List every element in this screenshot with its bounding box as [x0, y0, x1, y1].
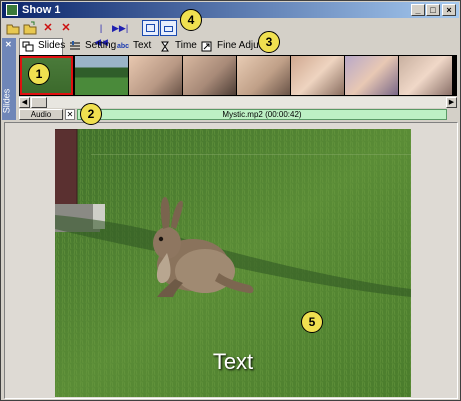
close-button[interactable]: ×: [442, 4, 456, 16]
single-view-button[interactable]: [142, 20, 159, 36]
scroll-left-icon[interactable]: ◀: [19, 97, 30, 108]
tab-setting[interactable]: Setting: [67, 39, 117, 54]
tab-slides[interactable]: Slides: [19, 38, 66, 55]
tab-setting-label: Setting: [85, 40, 117, 51]
callout-4: 4: [180, 9, 202, 31]
scrollbar-thumb[interactable]: [31, 97, 47, 108]
tab-text[interactable]: abc Text: [115, 39, 155, 54]
tab-time[interactable]: Time: [157, 39, 197, 54]
delete-icon[interactable]: ✕: [41, 21, 55, 35]
slide-thumbnail[interactable]: [345, 56, 398, 95]
preview-panel: Text: [4, 122, 458, 399]
fine-adjust-icon: [201, 41, 213, 52]
app-icon: [6, 4, 18, 16]
window-title: Show 1: [22, 4, 61, 16]
open-folder-icon[interactable]: [23, 21, 37, 35]
callout-1: 1: [28, 63, 50, 85]
remove-audio-icon[interactable]: ✕: [65, 109, 75, 120]
slides-icon: [22, 41, 34, 52]
tab-bar: Slides Setting abc Text Time Fine Adjust: [17, 38, 459, 55]
callout-5: 5: [301, 311, 323, 333]
slide-thumbnail[interactable]: [129, 56, 182, 95]
text-icon: abc: [117, 43, 130, 50]
audio-track[interactable]: Mystic.mp2 (00:00:42): [77, 109, 447, 120]
slides-side-panel[interactable]: ✕ Slides: [1, 38, 16, 120]
tab-time-label: Time: [175, 40, 197, 51]
audio-label[interactable]: Audio: [19, 109, 63, 120]
maximize-button[interactable]: □: [426, 4, 440, 16]
toolbar: ✕ ✕ |◀◀ ▶▶|: [2, 19, 459, 47]
slide-thumbnail[interactable]: [399, 56, 452, 95]
skip-first-icon[interactable]: |◀◀: [94, 21, 108, 47]
close-panel-icon[interactable]: ✕: [5, 40, 12, 49]
side-panel-label: Slides: [1, 88, 12, 114]
hourglass-icon: [159, 41, 171, 52]
slide-thumbnail[interactable]: [75, 56, 128, 95]
setting-icon: [69, 41, 81, 52]
slide-preview[interactable]: Text: [55, 129, 411, 397]
new-icon[interactable]: [6, 21, 20, 35]
minimize-button[interactable]: _: [411, 4, 425, 16]
skip-last-icon[interactable]: ▶▶|: [112, 21, 128, 35]
slide-overlay-text[interactable]: Text: [55, 349, 411, 375]
slideshow-window: Show 1 _ □ × ✕ ✕ |◀◀ ▶▶| ✕ Slides Slides: [0, 0, 461, 401]
slide-thumbnail[interactable]: [183, 56, 236, 95]
slide-filmstrip[interactable]: [19, 55, 457, 96]
scroll-right-icon[interactable]: ▶: [446, 97, 457, 108]
tab-text-label: Text: [133, 40, 152, 51]
callout-3: 3: [258, 31, 280, 53]
wide-view-button[interactable]: [160, 20, 177, 36]
slide-thumbnail[interactable]: [237, 56, 290, 95]
title-bar[interactable]: Show 1 _ □ ×: [2, 2, 459, 18]
callout-2: 2: [80, 103, 102, 125]
delete-all-icon[interactable]: ✕: [59, 21, 73, 35]
tab-slides-label: Slides: [38, 40, 66, 51]
slide-thumbnail[interactable]: [291, 56, 344, 95]
